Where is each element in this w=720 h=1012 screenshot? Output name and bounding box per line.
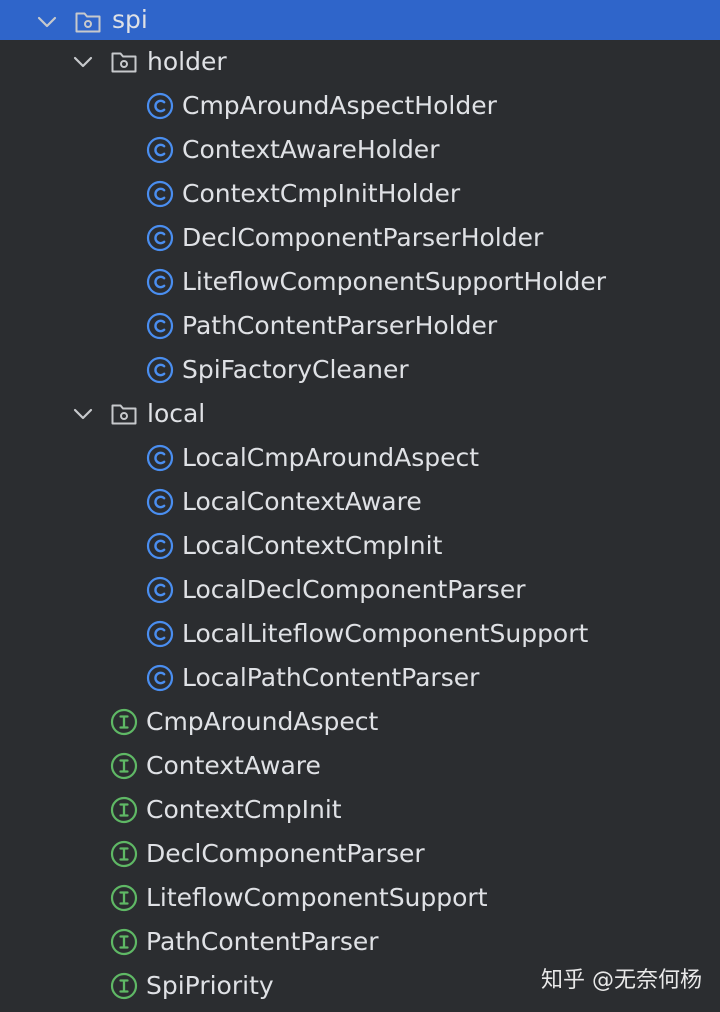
tree-item-class[interactable]: LocalCmpAroundAspect	[0, 436, 720, 480]
folder-label: holder	[147, 47, 227, 76]
class-name: LocalPathContentParser	[182, 663, 480, 692]
tree-item-interface[interactable]: ContextAware	[0, 744, 720, 788]
class-name: ContextAwareHolder	[182, 135, 440, 164]
project-tree: spi holder CmpAroundAspectHolder ContextAwa…	[0, 0, 720, 1012]
class-name: LiteflowComponentSupportHolder	[182, 267, 607, 296]
folder-label: local	[147, 399, 206, 428]
class-name: CmpAroundAspectHolder	[182, 91, 497, 120]
class-name: LocalLiteflowComponentSupport	[182, 619, 589, 648]
tree-node-holder[interactable]: holder	[0, 40, 720, 84]
interface-icon	[110, 840, 138, 868]
interface-icon	[110, 928, 138, 956]
class-icon	[146, 312, 174, 340]
tree-item-class[interactable]: LocalLiteflowComponentSupport	[0, 612, 720, 656]
watermark: 知乎 @无奈何杨	[541, 968, 702, 993]
tree-item-class[interactable]: ContextAwareHolder	[0, 128, 720, 172]
class-icon	[146, 356, 174, 384]
class-name: PathContentParserHolder	[182, 311, 498, 340]
package-folder-icon	[111, 52, 137, 73]
chevron-down-icon[interactable]	[72, 51, 94, 73]
interface-name: DeclComponentParser	[146, 839, 425, 868]
interface-name: CmpAroundAspect	[146, 707, 379, 736]
tree-item-class[interactable]: CmpAroundAspectHolder	[0, 84, 720, 128]
tree-item-class[interactable]: LocalContextAware	[0, 480, 720, 524]
interface-name: ContextAware	[146, 751, 321, 780]
tree-item-class[interactable]: PathContentParserHolder	[0, 304, 720, 348]
class-icon	[146, 576, 174, 604]
folder-label: spi	[112, 5, 148, 34]
class-icon	[146, 224, 174, 252]
interface-name: LiteflowComponentSupport	[146, 883, 488, 912]
tree-item-class[interactable]: LiteflowComponentSupportHolder	[0, 260, 720, 304]
interface-name: SpiPriority	[146, 971, 274, 1000]
class-name: ContextCmpInitHolder	[182, 179, 461, 208]
class-icon	[146, 488, 174, 516]
class-name: LocalContextAware	[182, 487, 422, 516]
class-icon	[146, 136, 174, 164]
tree-node-spi[interactable]: spi	[0, 0, 720, 40]
class-name: LocalContextCmpInit	[182, 531, 443, 560]
class-name: LocalDeclComponentParser	[182, 575, 526, 604]
tree-item-class[interactable]: SpiFactoryCleaner	[0, 348, 720, 392]
chevron-down-icon[interactable]	[36, 11, 58, 33]
interface-icon	[110, 796, 138, 824]
interface-name: ContextCmpInit	[146, 795, 342, 824]
chevron-down-icon[interactable]	[72, 403, 94, 425]
tree-node-local[interactable]: local	[0, 392, 720, 436]
class-icon	[146, 620, 174, 648]
class-icon	[146, 664, 174, 692]
class-icon	[146, 268, 174, 296]
class-name: LocalCmpAroundAspect	[182, 443, 480, 472]
class-icon	[146, 532, 174, 560]
tree-item-interface[interactable]: PathContentParser	[0, 920, 720, 964]
class-icon	[146, 444, 174, 472]
tree-item-interface[interactable]: ContextCmpInit	[0, 788, 720, 832]
tree-item-interface[interactable]: DeclComponentParser	[0, 832, 720, 876]
class-icon	[146, 92, 174, 120]
tree-item-class[interactable]: LocalDeclComponentParser	[0, 568, 720, 612]
class-name: DeclComponentParserHolder	[182, 223, 544, 252]
tree-item-class[interactable]: LocalPathContentParser	[0, 656, 720, 700]
interface-icon	[110, 708, 138, 736]
tree-item-class[interactable]: DeclComponentParserHolder	[0, 216, 720, 260]
class-name: SpiFactoryCleaner	[182, 355, 409, 384]
package-folder-icon	[75, 12, 101, 33]
tree-item-interface[interactable]: LiteflowComponentSupport	[0, 876, 720, 920]
interface-icon	[110, 752, 138, 780]
interface-icon	[110, 972, 138, 1000]
tree-item-class[interactable]: ContextCmpInitHolder	[0, 172, 720, 216]
tree-item-class[interactable]: LocalContextCmpInit	[0, 524, 720, 568]
interface-icon	[110, 884, 138, 912]
interface-name: PathContentParser	[146, 927, 379, 956]
tree-item-interface[interactable]: CmpAroundAspect	[0, 700, 720, 744]
package-folder-icon	[111, 404, 137, 425]
class-icon	[146, 180, 174, 208]
